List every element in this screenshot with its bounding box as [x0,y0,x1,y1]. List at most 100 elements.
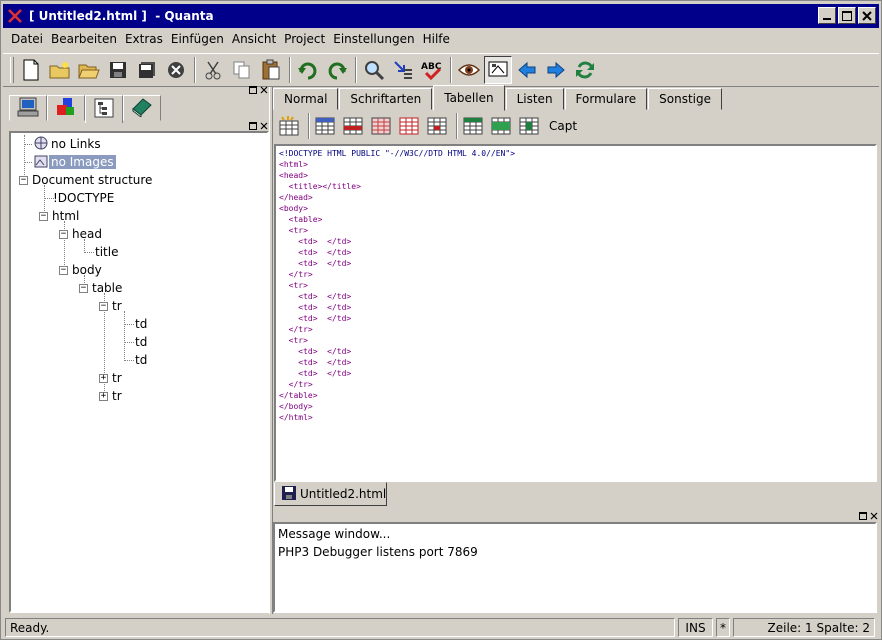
save-icon [282,485,296,503]
caption-button[interactable]: Capt [549,119,577,133]
save-icon[interactable] [104,56,132,84]
find-icon[interactable] [360,56,388,84]
code-line: <td> </td> [279,303,352,312]
tree-item-label: td [135,353,148,367]
tree-item-document-structure[interactable]: − Document structure [19,171,154,189]
table-icon[interactable] [313,114,337,138]
table-foot-icon[interactable] [517,114,541,138]
close-file-icon[interactable] [162,56,190,84]
forward-arrow-icon[interactable] [542,56,570,84]
paste-icon[interactable] [257,56,285,84]
tab-schriftarten[interactable]: Schriftarten [339,88,433,110]
table-header-icon[interactable] [369,114,393,138]
tree-item-title[interactable]: title [93,243,120,261]
open-file-icon[interactable] [75,56,103,84]
collapse-icon[interactable]: − [79,283,88,293]
collapse-icon[interactable]: − [99,301,108,311]
tree-item-images[interactable]: no Images [33,153,116,171]
collapse-icon[interactable]: − [19,175,28,185]
expand-icon[interactable]: + [99,373,108,383]
tree-item-label: no Images [49,155,116,169]
menu-hilfe[interactable]: Hilfe [423,32,450,46]
back-arrow-icon[interactable] [513,56,541,84]
tree-item-label: td [135,317,148,331]
new-folder-icon[interactable] [46,56,74,84]
tab-formulare[interactable]: Formulare [564,88,648,110]
cut-icon[interactable] [199,56,227,84]
tab-project[interactable] [47,95,85,121]
code-editor[interactable]: <!DOCTYPE HTML PUBLIC "-//W3C//DTD HTML … [274,144,877,482]
table-data-icon[interactable] [425,114,449,138]
save-all-icon[interactable] [133,56,161,84]
code-line: <body> [279,204,308,213]
tab-label: Listen [516,92,553,106]
tree-item-body[interactable]: − body [59,261,104,279]
code-line: </head> [279,193,313,202]
close-panel-icon[interactable] [260,86,268,97]
tab-sonstige[interactable]: Sonstige [648,88,722,110]
undock-icon[interactable] [249,86,257,97]
code-line: <tr> [279,281,308,290]
table-body-icon[interactable] [489,114,513,138]
tree-item-doctype[interactable]: !DOCTYPE [51,189,116,207]
toolbar-separator [355,57,357,83]
copy-icon[interactable] [228,56,256,84]
code-line: <td> </td> [279,314,352,323]
tree-item-links[interactable]: no Links [33,135,103,153]
message-window[interactable]: Message window... PHP3 Debugger listens … [273,522,877,613]
code-line: <td> </td> [279,259,352,268]
tab-tabellen[interactable]: Tabellen [433,85,505,111]
tree-item-td[interactable]: td [133,315,149,333]
tree-item-tr[interactable]: − tr [99,297,124,315]
table-cell-icon[interactable] [397,114,421,138]
tab-normal[interactable]: Normal [273,88,339,110]
document-tab[interactable]: Untitled2.html [274,482,387,506]
tab-documentation[interactable] [123,95,161,121]
left-dock-controls [249,86,268,97]
maximize-button[interactable] [838,7,856,24]
redo-icon[interactable] [323,56,351,84]
tab-structure[interactable] [85,95,123,123]
tree-item-td[interactable]: td [133,351,149,369]
table-row-icon[interactable] [341,114,365,138]
menu-project[interactable]: Project [284,32,325,46]
code-line: <td> </td> [279,347,352,356]
view-toggle-icon[interactable] [484,56,512,84]
collapse-icon[interactable]: − [59,265,68,275]
code-line: </tr> [279,380,313,389]
find-next-icon[interactable] [389,56,417,84]
menu-datei[interactable]: Datei [11,32,43,46]
tree-item-td[interactable]: td [133,333,149,351]
menu-einstellungen[interactable]: Einstellungen [333,32,414,46]
menu-einfuegen[interactable]: Einfügen [171,32,224,46]
reload-icon[interactable] [571,56,599,84]
toolbar-grip[interactable] [10,57,14,83]
collapse-icon[interactable]: − [59,229,68,239]
toolbar-separator [456,113,458,139]
spellcheck-icon[interactable]: ABC [418,56,446,84]
expand-icon[interactable]: + [99,391,108,401]
tree-item-tr[interactable]: + tr [99,387,124,405]
tree-item-tr[interactable]: + tr [99,369,124,387]
tab-listen[interactable]: Listen [505,88,564,110]
close-button[interactable] [858,7,876,24]
title-bar[interactable]: [ Untitled2.html ] - Quanta [3,4,879,28]
code-line: </body> [279,402,313,411]
table-head-icon[interactable] [461,114,485,138]
tree-item-html[interactable]: − html [39,207,81,225]
minimize-button[interactable] [818,7,836,24]
toolbar-separator [194,57,196,83]
tree-item-head[interactable]: − head [59,225,104,243]
menu-extras[interactable]: Extras [125,32,163,46]
menu-bearbeiten[interactable]: Bearbeiten [51,32,117,46]
collapse-icon[interactable]: − [39,211,48,221]
table-wizard-icon[interactable] [277,114,301,138]
tab-filesystem[interactable] [9,95,47,121]
menu-ansicht[interactable]: Ansicht [232,32,276,46]
tree-item-table[interactable]: − table [79,279,124,297]
undo-icon[interactable] [294,56,322,84]
preview-icon[interactable] [455,56,483,84]
tree-item-label: tr [112,389,122,403]
status-bar: Ready. INS * Zeile: 1 Spalte: 2 [5,618,879,638]
new-file-icon[interactable] [17,56,45,84]
